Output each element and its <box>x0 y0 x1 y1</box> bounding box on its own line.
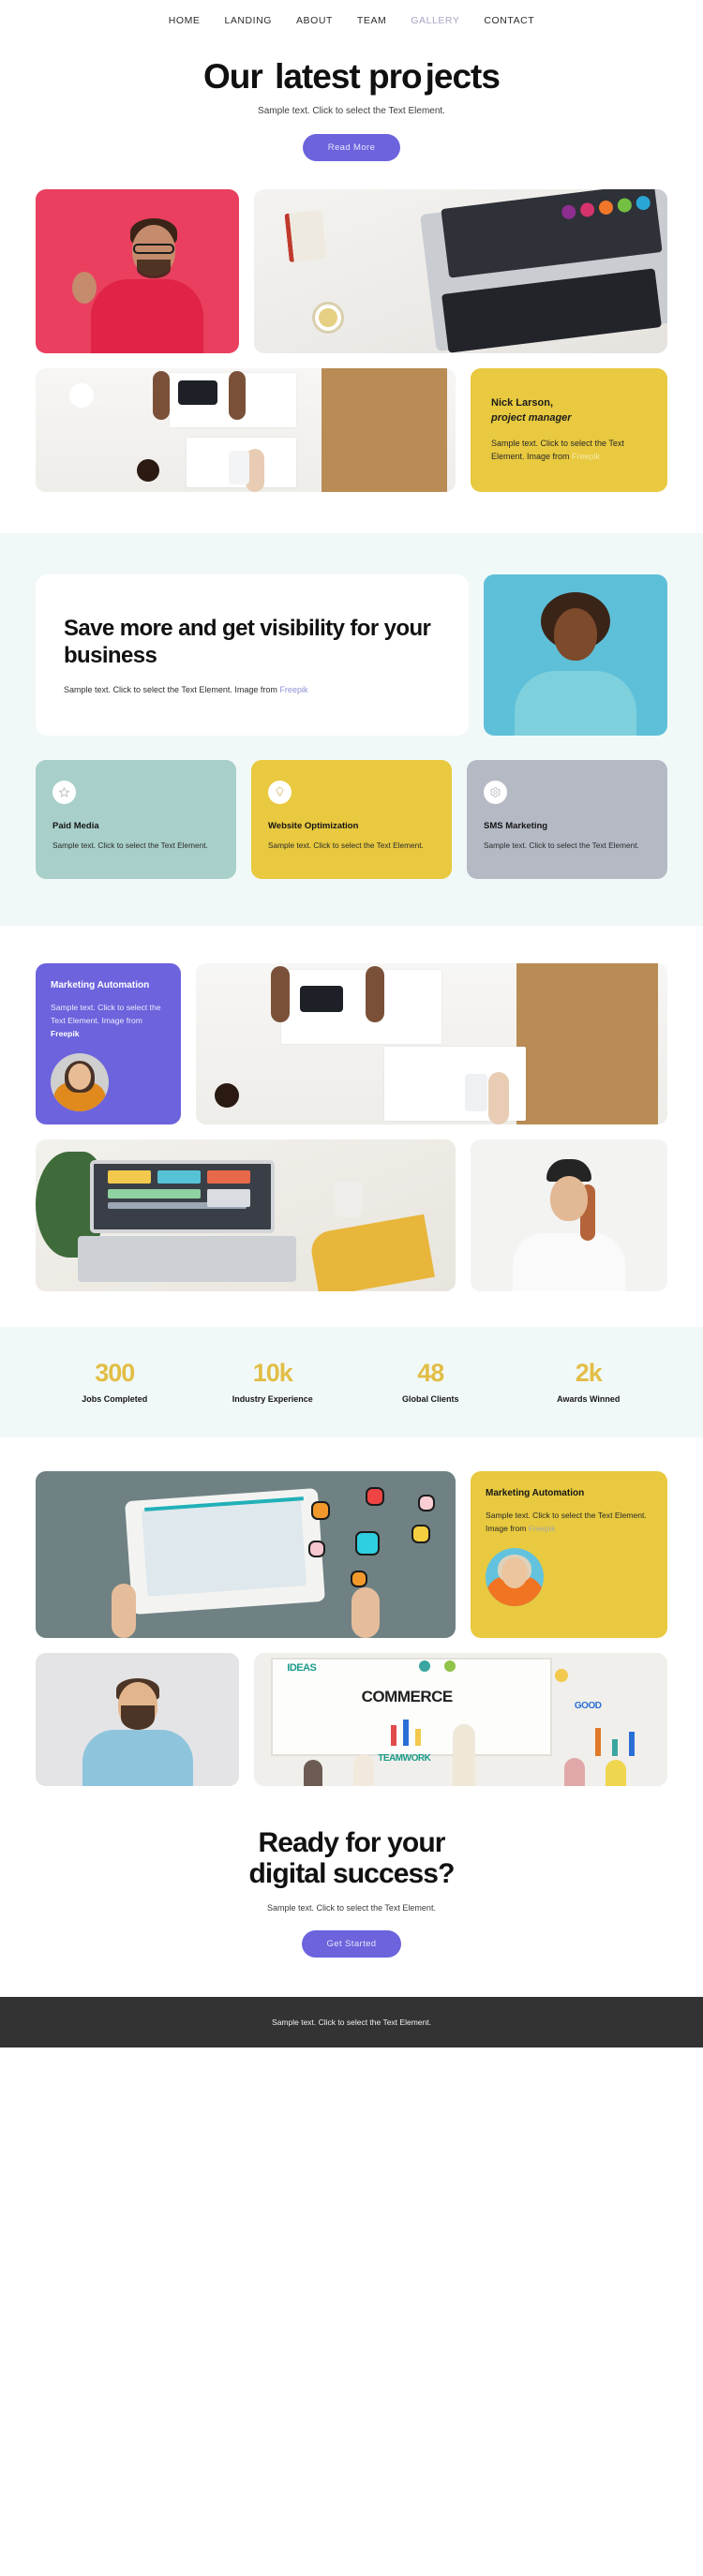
nav-item-about[interactable]: ABOUT <box>296 15 333 26</box>
stat-global-clients: 48 Global Clients <box>352 1359 510 1404</box>
nav-item-landing[interactable]: LANDING <box>224 15 272 26</box>
stat-jobs-completed: 300 Jobs Completed <box>36 1359 194 1404</box>
person-role: project manager <box>491 411 572 424</box>
nav-item-contact[interactable]: CONTACT <box>484 15 534 26</box>
lightbulb-icon <box>268 780 292 804</box>
hero-title-part1: Our <box>203 57 272 96</box>
hero-section: Our latest pro jects Sample text. Click t… <box>0 41 703 189</box>
cta-title-highlight: Ready for your <box>250 1821 453 1864</box>
nav-item-gallery[interactable]: GALLERY <box>411 15 459 26</box>
image-dashboard[interactable] <box>36 1139 456 1291</box>
person-card-body: Sample text. Click to select the Text El… <box>491 437 647 464</box>
person-card-text: Sample text. Click to select the Text El… <box>491 438 624 462</box>
get-started-button[interactable]: Get Started <box>301 1929 402 1958</box>
page-title: Our latest pro jects <box>203 52 501 101</box>
hero-subtitle: Sample text. Click to select the Text El… <box>258 105 445 116</box>
service-body: Sample text. Click to select the Text El… <box>268 840 424 850</box>
gear-icon <box>484 780 507 804</box>
promo-title: Marketing Automation <box>51 979 150 990</box>
stat-label: Industry Experience <box>232 1393 313 1404</box>
image-woman-teal[interactable] <box>484 573 667 736</box>
service-card-sms-marketing[interactable]: SMS Marketing Sample text. Click to sele… <box>467 759 667 879</box>
cta-section: Ready for your digital success? Sample t… <box>0 1785 703 1997</box>
cta-title: Ready for your digital success? <box>0 1821 703 1890</box>
promo-body: Sample text. Click to select the Text El… <box>51 1001 166 1041</box>
promo-body-text: Sample text. Click to select the Text El… <box>51 1002 161 1025</box>
person-card-nick-larson: Nick Larson, project manager Sample text… <box>471 367 667 492</box>
stat-industry-experience: 10k Industry Experience <box>194 1359 352 1404</box>
hero-title-highlight: latest pro <box>267 52 429 101</box>
nav-item-team[interactable]: TEAM <box>357 15 386 26</box>
feature-section: Save more and get visibility for your bu… <box>0 532 703 926</box>
avatar <box>51 1053 109 1112</box>
service-card-paid-media[interactable]: Paid Media Sample text. Click to select … <box>36 759 236 879</box>
image-meeting-phones-2[interactable] <box>196 962 667 1124</box>
landing-page: HOME LANDING ABOUT TEAM GALLERY CONTACT … <box>0 0 703 2047</box>
image-digital-media[interactable] <box>36 1470 456 1638</box>
main-navigation: HOME LANDING ABOUT TEAM GALLERY CONTACT <box>0 0 703 41</box>
image-meeting-phones[interactable] <box>36 367 456 492</box>
person-name: Nick Larson, <box>491 396 554 409</box>
feature-card: Save more and get visibility for your bu… <box>36 573 469 736</box>
service-body: Sample text. Click to select the Text El… <box>52 840 208 850</box>
stat-label: Jobs Completed <box>82 1393 148 1404</box>
feature-body-text: Sample text. Click to select the Text El… <box>64 684 280 694</box>
cta-subtitle: Sample text. Click to select the Text El… <box>267 1902 436 1913</box>
service-title: Website Optimization <box>268 820 359 831</box>
freepik-link[interactable]: Freepik <box>572 452 600 461</box>
gallery-section-1: Nick Larson, project manager Sample text… <box>0 188 703 505</box>
stat-number: 48 <box>417 1358 444 1387</box>
gallery-section-3: Marketing Automation Sample text. Click … <box>0 1437 703 1786</box>
feature-title: Save more and get visibility for your bu… <box>64 616 431 668</box>
image-commerce-board[interactable]: IDEAS COMMERCE TEAMWORK GOOD <box>254 1652 667 1786</box>
avatar <box>486 1547 544 1606</box>
hero-title-part2: jects <box>425 57 501 96</box>
image-laptop-desk[interactable] <box>254 188 667 353</box>
image-bearded-man[interactable] <box>36 1652 239 1786</box>
stats-section: 300 Jobs Completed 10k Industry Experien… <box>0 1326 703 1437</box>
stat-number: 10k <box>252 1358 293 1387</box>
stat-label: Awards Winned <box>557 1393 621 1404</box>
stat-number: 300 <box>95 1358 135 1387</box>
promo-card-marketing-automation-yellow: Marketing Automation Sample text. Click … <box>471 1470 667 1638</box>
cta-title-line2: digital success? <box>248 1858 455 1890</box>
promo-freepik-link[interactable]: Freepik <box>51 1029 80 1038</box>
feature-freepik-link[interactable]: Freepik <box>279 685 307 694</box>
stat-label: Global Clients <box>401 1393 459 1404</box>
promo-card-marketing-automation-purple: Marketing Automation Sample text. Click … <box>36 962 181 1124</box>
footer-text: Sample text. Click to select the Text El… <box>272 2017 431 2027</box>
promo-title: Marketing Automation <box>486 1487 585 1498</box>
service-title: SMS Marketing <box>484 820 548 831</box>
service-title: Paid Media <box>52 820 99 831</box>
star-icon <box>52 780 76 804</box>
promo-body-text: Sample text. Click to select the Text El… <box>486 1510 647 1533</box>
read-more-button[interactable]: Read More <box>302 133 401 161</box>
image-woman-white[interactable] <box>471 1139 667 1291</box>
nav-item-home[interactable]: HOME <box>169 15 201 26</box>
service-body: Sample text. Click to select the Text El… <box>484 840 639 850</box>
gallery-section-2: Marketing Automation Sample text. Click … <box>0 925 703 1291</box>
stat-number: 2k <box>575 1358 603 1387</box>
promo-freepik-link[interactable]: Freepik <box>529 1524 556 1533</box>
stat-awards-winned: 2k Awards Winned <box>510 1359 668 1404</box>
feature-body: Sample text. Click to select the Text El… <box>64 685 441 694</box>
site-footer: Sample text. Click to select the Text El… <box>0 1996 703 2047</box>
image-ok-man[interactable] <box>36 188 239 353</box>
promo-body: Sample text. Click to select the Text El… <box>486 1509 652 1535</box>
person-card-heading: Nick Larson, project manager <box>491 396 647 426</box>
service-card-website-optimization[interactable]: Website Optimization Sample text. Click … <box>251 759 452 879</box>
